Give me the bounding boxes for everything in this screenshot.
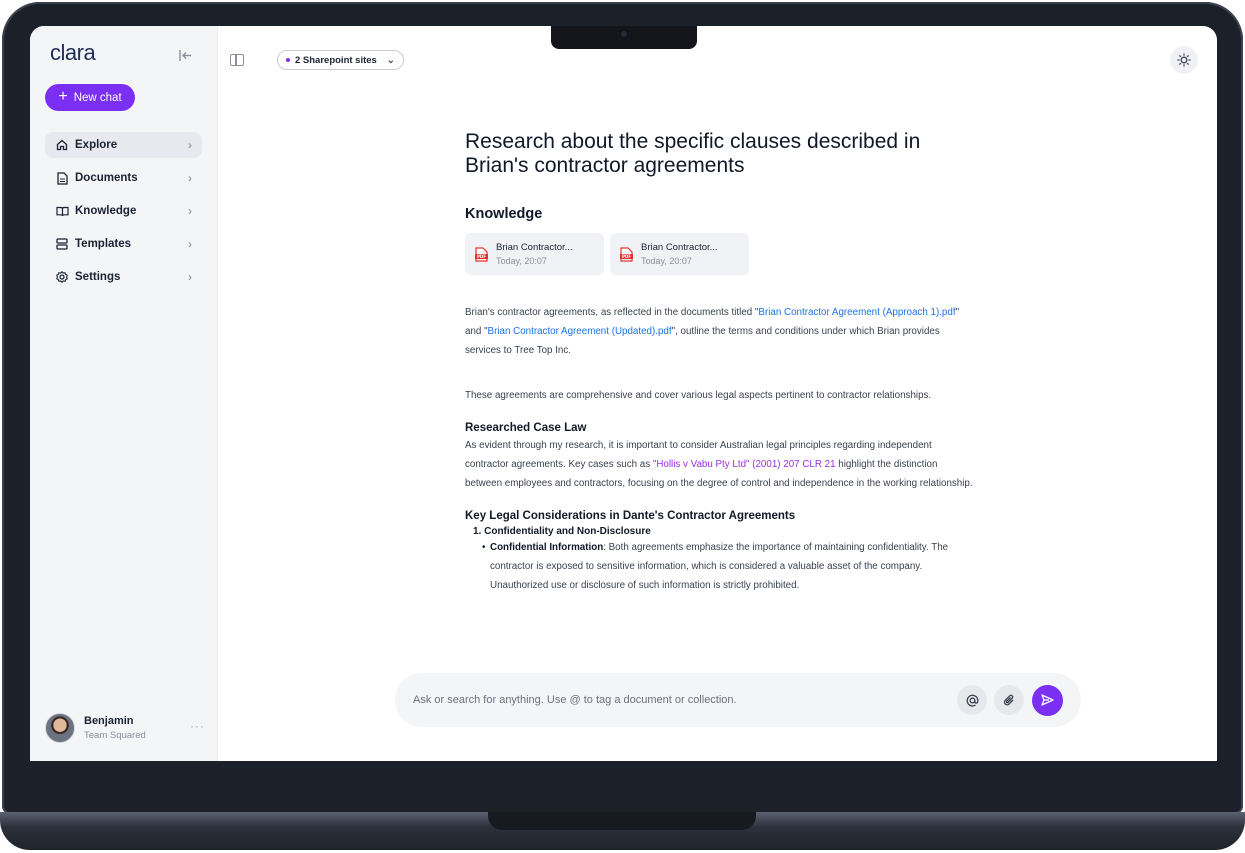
text: Brian's contractor agreements, as reflec… — [465, 307, 759, 318]
svg-text:PDF: PDF — [477, 254, 486, 259]
toggle-panel-icon[interactable] — [230, 54, 244, 66]
pdf-icon: PDF — [620, 246, 633, 262]
document-icon — [55, 171, 69, 185]
collapse-sidebar-icon[interactable] — [176, 46, 194, 64]
camera-icon — [619, 29, 629, 39]
plus-icon: + — [58, 88, 68, 105]
sidebar-item-label: Explore — [75, 139, 118, 151]
file-card[interactable]: PDF Brian Contractor... Today, 20:07 — [610, 233, 749, 275]
sidebar-item-knowledge[interactable]: Knowledge › — [45, 198, 202, 224]
chevron-right-icon: › — [188, 171, 192, 185]
sidebar-nav: Explore › Documents › Knowledge › Templa… — [45, 132, 202, 297]
knowledge-files: PDF Brian Contractor... Today, 20:07 PDF… — [465, 233, 975, 275]
sidebar-item-explore[interactable]: Explore › — [45, 132, 202, 158]
gear-icon — [55, 270, 69, 284]
file-name: Brian Contractor... — [496, 242, 573, 253]
sun-icon — [1177, 53, 1191, 67]
chevron-right-icon: › — [188, 204, 192, 218]
user-profile[interactable]: Benjamin Team Squared ··· — [45, 711, 205, 745]
file-date: Today, 20:07 — [641, 256, 692, 266]
chevron-right-icon: › — [188, 270, 192, 284]
attach-button[interactable] — [994, 685, 1024, 715]
send-icon — [1041, 694, 1054, 706]
chat-composer — [395, 673, 1081, 727]
user-name: Benjamin — [84, 715, 134, 727]
document-link[interactable]: Brian Contractor Agreement (Approach 1).… — [758, 307, 955, 318]
sidebar-item-label: Settings — [75, 271, 121, 283]
file-card[interactable]: PDF Brian Contractor... Today, 20:07 — [465, 233, 604, 275]
knowledge-heading: Knowledge — [465, 206, 543, 222]
book-icon — [55, 204, 69, 218]
app-logo: clara — [50, 40, 96, 65]
sidebar: clara + New chat Explore › Documents › K… — [30, 26, 218, 761]
sidebar-item-settings[interactable]: Settings › — [45, 264, 202, 290]
case-law-paragraph: As evident through my research, it is im… — [465, 436, 975, 493]
send-button[interactable] — [1032, 684, 1063, 716]
chevron-right-icon: › — [188, 138, 192, 152]
status-dot — [286, 58, 290, 62]
sidebar-item-label: Templates — [75, 238, 132, 250]
sidebar-item-label: Documents — [75, 172, 138, 184]
file-name: Brian Contractor... — [641, 242, 718, 253]
at-icon — [966, 694, 978, 707]
more-icon[interactable]: ··· — [190, 719, 205, 733]
sources-label: 2 Sharepoint sites — [295, 54, 377, 66]
file-date: Today, 20:07 — [496, 256, 547, 266]
screen: clara + New chat Explore › Documents › K… — [30, 26, 1217, 761]
home-icon — [55, 138, 69, 152]
overview-paragraph: These agreements are comprehensive and c… — [465, 390, 932, 401]
sidebar-item-templates[interactable]: Templates › — [45, 231, 202, 257]
bullet-item: Confidential Information: Both agreement… — [465, 538, 975, 595]
case-link[interactable]: "Hollis v Vabu Pty Ltd" (2001) 207 CLR 2… — [653, 459, 836, 470]
considerations-heading: Key Legal Considerations in Dante's Cont… — [465, 510, 796, 522]
list-item: 1. Confidentiality and Non-Disclosure — [473, 526, 651, 537]
svg-text:PDF: PDF — [622, 254, 631, 259]
paperclip-icon — [1003, 694, 1014, 705]
new-chat-button[interactable]: + New chat — [45, 84, 135, 111]
laptop-base-notch — [488, 812, 756, 830]
sources-dropdown[interactable]: 2 Sharepoint sites ⌄ — [277, 50, 404, 70]
page-title: Research about the specific clauses desc… — [465, 130, 921, 177]
mention-button[interactable] — [957, 685, 987, 715]
pdf-icon: PDF — [475, 246, 488, 262]
templates-icon — [55, 237, 69, 251]
sidebar-item-documents[interactable]: Documents › — [45, 165, 202, 191]
chevron-right-icon: › — [188, 237, 192, 251]
new-chat-label: New chat — [73, 91, 122, 104]
user-team: Team Squared — [84, 730, 146, 741]
avatar — [45, 713, 75, 743]
chat-input[interactable] — [413, 694, 950, 706]
bullet-label: Confidential Information — [490, 542, 604, 553]
chevron-down-icon: ⌄ — [386, 54, 395, 66]
main-content: Research about the specific clauses desc… — [465, 130, 975, 595]
camera-notch — [551, 26, 697, 49]
sidebar-item-label: Knowledge — [75, 205, 137, 217]
theme-toggle-button[interactable] — [1170, 46, 1198, 74]
summary-paragraph: Brian's contractor agreements, as reflec… — [465, 303, 975, 360]
document-link[interactable]: Brian Contractor Agreement (Updated).pdf — [488, 326, 672, 337]
case-law-heading: Researched Case Law — [465, 422, 587, 434]
